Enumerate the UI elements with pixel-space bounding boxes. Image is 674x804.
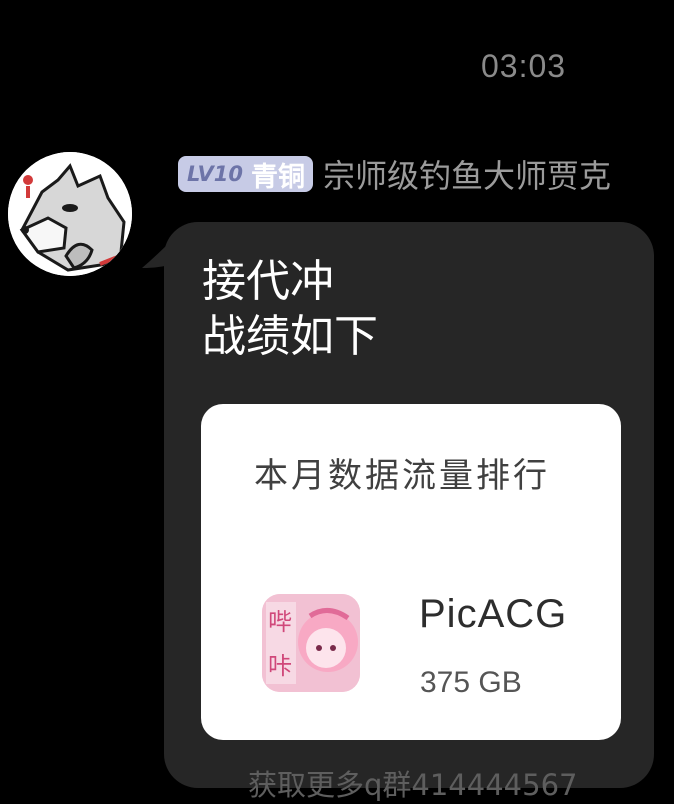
sender-avatar[interactable]	[8, 152, 132, 276]
sender-name[interactable]: 宗师级钓鱼大师贾克	[323, 151, 611, 197]
svg-text:咔: 咔	[268, 652, 292, 680]
rank-label: 青铜	[250, 161, 305, 193]
message-timestamp: 03:03	[481, 48, 567, 84]
message-line: 战绩如下	[202, 311, 378, 362]
app-name: PicACG	[419, 592, 568, 636]
shared-stats-card[interactable]: 本月数据流量排行 哔 咔 PicACG 375 GB	[201, 404, 621, 740]
picacg-app-icon: 哔 咔	[262, 594, 360, 692]
card-title: 本月数据流量排行	[254, 456, 550, 496]
message-line: 接代冲	[202, 256, 334, 307]
sender-info: LV10 青铜 宗师级钓鱼大师贾克	[178, 152, 611, 196]
svg-text:哔: 哔	[268, 608, 292, 636]
husky-avatar-icon	[8, 152, 132, 276]
watermark-text: 获取更多q群414444567	[248, 768, 578, 802]
level-label: LV10	[187, 162, 243, 186]
app-data-usage: 375 GB	[420, 666, 522, 699]
level-badge: LV10 青铜	[178, 156, 313, 193]
message-text: 接代冲 战绩如下	[202, 254, 378, 364]
